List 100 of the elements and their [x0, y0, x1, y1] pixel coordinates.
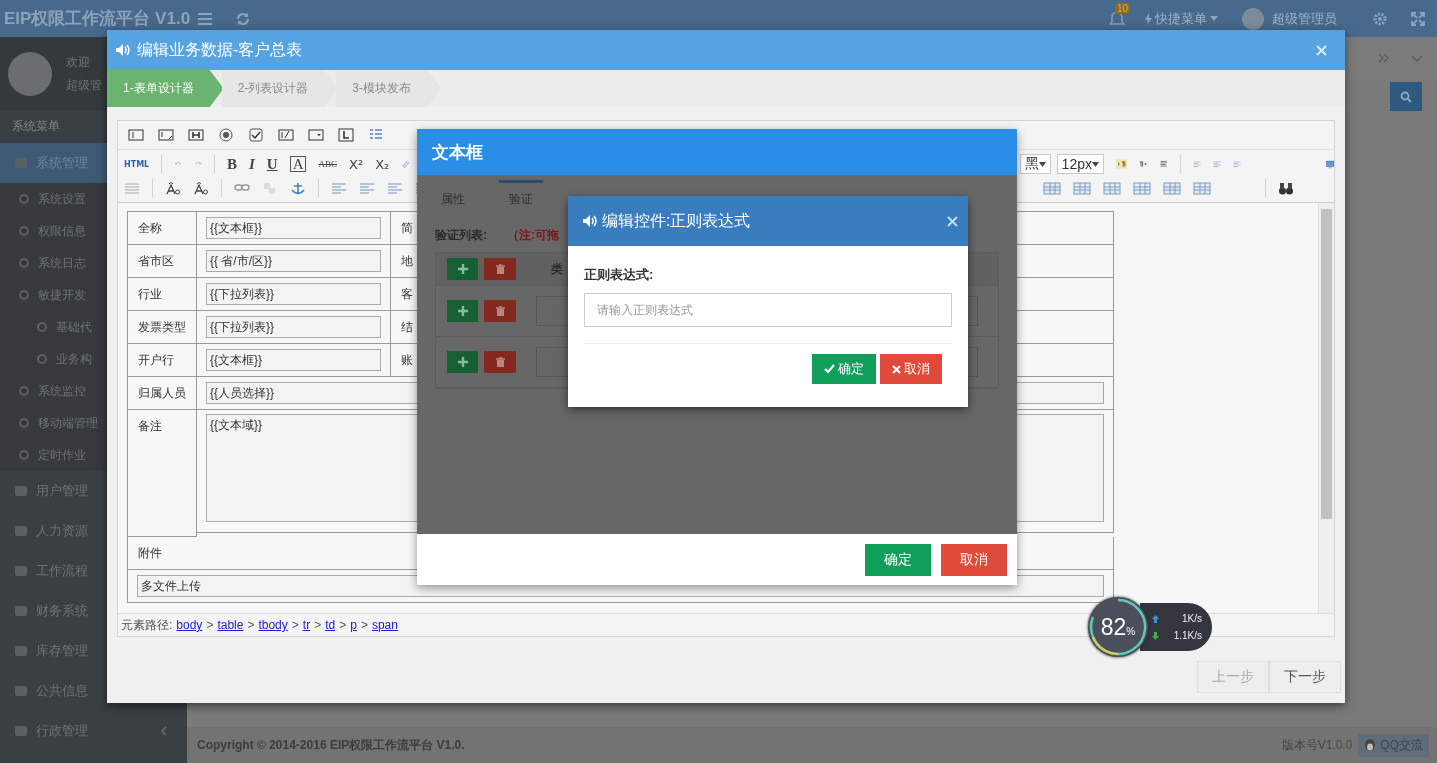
- template-field[interactable]: {{文本框}}: [206, 349, 381, 371]
- table-icon[interactable]: [1193, 181, 1211, 195]
- user-name[interactable]: 超级管理员: [1272, 9, 1337, 28]
- add-button[interactable]: [447, 351, 478, 373]
- font-size-select[interactable]: 12px: [1056, 154, 1104, 174]
- add-button[interactable]: [447, 300, 478, 322]
- table-icon[interactable]: [1163, 181, 1181, 195]
- user-avatar[interactable]: [1242, 7, 1264, 30]
- table-icon[interactable]: [1073, 181, 1091, 195]
- delete-button[interactable]: [484, 300, 516, 322]
- trash-icon: [495, 306, 505, 316]
- speaker-icon: [582, 214, 598, 228]
- align-icon[interactable]: [331, 181, 347, 195]
- table-icon[interactable]: [1133, 181, 1151, 195]
- download-speed: 1.1K/s: [1173, 630, 1202, 641]
- menu-item-icon: [14, 525, 28, 537]
- wizard-step[interactable]: 2-列表设计器: [221, 70, 339, 107]
- macro-icon[interactable]: [278, 128, 294, 142]
- font-size-icon[interactable]: [165, 181, 181, 195]
- table-icon[interactable]: [1043, 181, 1061, 195]
- confirm-button[interactable]: 确定: [865, 543, 931, 576]
- caret-icon: [1038, 161, 1046, 167]
- close-icon: [1316, 44, 1327, 56]
- dropdown-icon[interactable]: [308, 128, 324, 142]
- radio-icon[interactable]: [218, 128, 234, 142]
- template-field[interactable]: {{下拉列表}}: [206, 316, 381, 338]
- hidden-field-icon[interactable]: [188, 128, 204, 142]
- circle-icon: [18, 193, 30, 205]
- binoculars-icon[interactable]: [1278, 181, 1294, 195]
- notification-badge: 10: [1115, 2, 1131, 14]
- confirm-button[interactable]: 确定: [812, 354, 876, 384]
- regex-input[interactable]: 请输入正则表达式: [584, 293, 952, 327]
- circle-icon: [18, 225, 30, 237]
- path-link[interactable]: span: [371, 618, 398, 632]
- delete-button[interactable]: [484, 258, 516, 280]
- path-link[interactable]: tr: [302, 618, 311, 632]
- field-label: 全称: [128, 212, 197, 245]
- template-field[interactable]: {{ 省/市/区}}: [206, 250, 381, 272]
- double-chevron-icon[interactable]: [1378, 53, 1389, 63]
- menu-item-icon: [14, 565, 28, 577]
- search-button[interactable]: [1390, 82, 1422, 111]
- textarea-icon[interactable]: [158, 128, 174, 142]
- textbox-icon[interactable]: [128, 128, 144, 142]
- next-button[interactable]: 下一步: [1269, 661, 1341, 693]
- chevron-down-icon[interactable]: [1411, 54, 1423, 62]
- menu-item-icon: [14, 157, 28, 169]
- settings-icon[interactable]: [1373, 11, 1387, 26]
- field-label: 开户行: [128, 344, 197, 377]
- path-link[interactable]: p: [350, 618, 357, 632]
- plus-icon: [457, 357, 468, 367]
- refresh-icon[interactable]: [236, 11, 250, 26]
- anchor-icon[interactable]: [290, 181, 306, 195]
- label-icon[interactable]: [338, 128, 354, 142]
- format-button[interactable]: X²: [349, 156, 364, 172]
- path-link[interactable]: td: [325, 618, 336, 632]
- format-button[interactable]: X₂: [375, 156, 390, 172]
- wizard-step[interactable]: 1-表单设计器: [107, 70, 224, 107]
- fullscreen-icon[interactable]: [1411, 11, 1425, 26]
- font-family-select[interactable]: 黑: [1019, 154, 1051, 174]
- quick-menu[interactable]: 快捷菜单: [1145, 9, 1218, 28]
- path-link[interactable]: tbody: [258, 618, 288, 632]
- scrollbar[interactable]: [1318, 203, 1334, 613]
- circle-icon: [36, 353, 48, 365]
- template-field[interactable]: {{文本框}}: [206, 217, 381, 239]
- format-button[interactable]: I: [248, 144, 255, 184]
- cancel-button[interactable]: 取消: [880, 354, 942, 384]
- format-button[interactable]: A: [289, 156, 307, 172]
- list-icon[interactable]: [368, 128, 384, 142]
- format-button[interactable]: HTML: [124, 159, 150, 169]
- menu-section-label: 系统菜单: [12, 118, 60, 135]
- format-button[interactable]: B: [226, 155, 237, 173]
- checkbox-icon[interactable]: [248, 128, 264, 142]
- caret-icon: [1210, 16, 1218, 21]
- add-button[interactable]: [447, 258, 478, 280]
- path-link[interactable]: table: [217, 618, 244, 632]
- circle-icon: [18, 417, 30, 429]
- download-arrow-icon: [1152, 631, 1159, 640]
- menu-icon[interactable]: [198, 12, 212, 25]
- chevron-left-icon[interactable]: [161, 726, 167, 736]
- path-separator: >: [314, 618, 322, 632]
- format-button[interactable]: U: [266, 155, 278, 173]
- template-field[interactable]: {{下拉列表}}: [206, 283, 381, 305]
- format-button[interactable]: ABC: [318, 159, 337, 169]
- menu-item-icon: [14, 725, 28, 737]
- check-icon: [824, 364, 835, 374]
- align-icon[interactable]: [387, 181, 403, 195]
- cancel-button[interactable]: 取消: [941, 543, 1007, 576]
- delete-button[interactable]: [484, 351, 516, 373]
- caret-icon: [1091, 161, 1099, 167]
- path-link[interactable]: body: [176, 618, 203, 632]
- menu-item-icon: [14, 485, 28, 497]
- wizard-step[interactable]: 3-模块发布: [336, 70, 441, 107]
- align-icon[interactable]: [359, 181, 375, 195]
- field-label: 正则表达式:: [584, 266, 655, 284]
- font-size-icon[interactable]: [193, 181, 209, 195]
- table-icon[interactable]: [1103, 181, 1121, 195]
- path-separator: >: [360, 618, 368, 632]
- justify-icon[interactable]: [124, 181, 140, 195]
- avatar: [8, 51, 52, 96]
- menu-item-icon: [14, 605, 28, 617]
